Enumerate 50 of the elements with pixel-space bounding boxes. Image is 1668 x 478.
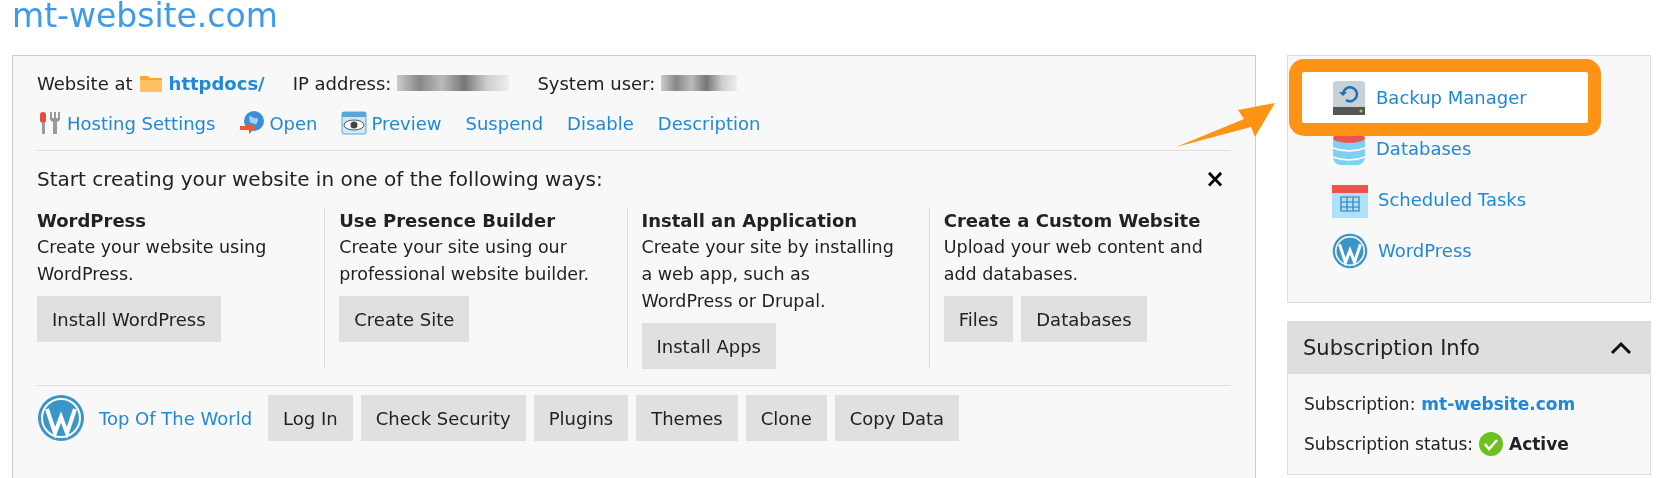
option-description: Create your site by installing a web app, such as WordPress or Drupal. — [641, 236, 895, 313]
wordpress-action-button[interactable]: Copy Data — [834, 395, 960, 441]
wordpress-action-button[interactable]: Clone — [745, 395, 827, 441]
action-link[interactable]: Disable — [567, 112, 634, 134]
info-label: Subscription: — [1304, 394, 1416, 414]
action-button[interactable]: Create Site — [339, 296, 470, 342]
option-title: WordPress — [37, 209, 148, 233]
ip-address-label: IP address: — [292, 72, 392, 94]
folder-icon — [138, 73, 163, 93]
action-link[interactable]: Preview — [371, 112, 442, 134]
action-link[interactable]: Description — [657, 112, 761, 134]
info-label: Subscription status: — [1304, 434, 1473, 454]
check-circle-icon — [1479, 432, 1503, 456]
website-label: Website at — [37, 72, 133, 94]
action-link[interactable]: Open — [269, 112, 318, 134]
close-button[interactable]: × — [1198, 165, 1231, 193]
sidebar-item[interactable]: WordPress — [1302, 225, 1588, 276]
subscription-link[interactable]: mt-website.com — [1421, 394, 1576, 414]
wordpress-action-button[interactable]: Check Security — [360, 395, 526, 441]
globe-icon — [239, 110, 266, 136]
sidebar-item[interactable]: Scheduled Tasks — [1302, 174, 1588, 225]
wordpress-site-link[interactable]: Top Of The World — [99, 407, 253, 429]
wordpress-action-button[interactable]: Themes — [636, 395, 738, 441]
option-description: Create your website using WordPress. — [37, 236, 268, 286]
action-button[interactable]: Databases — [1021, 296, 1147, 342]
collapse-chevron-icon[interactable] — [1610, 341, 1632, 355]
subscription-title: Subscription Info — [1303, 336, 1480, 360]
section-heading: Start creating your website in one of the following ways: — [37, 167, 603, 191]
option-description: Create your site using our professional website builder. — [339, 236, 591, 286]
wordpress-action-button[interactable]: Plugins — [533, 395, 629, 441]
folder-link[interactable]: httpdocs/ — [168, 72, 265, 94]
status-value: Active — [1509, 434, 1569, 454]
backup-drive-icon — [1332, 79, 1366, 116]
wordpress-logo-icon — [1332, 232, 1368, 269]
option-title: Use Presence Builder — [339, 209, 557, 233]
action-link[interactable]: Hosting Settings — [67, 112, 216, 134]
system-user-label: System user: — [537, 72, 656, 94]
site-title: mt-website.com — [12, 0, 279, 37]
option-description: Upload your web content and add databases. — [943, 236, 1204, 286]
eye-icon — [341, 111, 368, 135]
action-button[interactable]: Files — [943, 296, 1014, 342]
sidebar-item[interactable]: Databases — [1302, 123, 1588, 174]
action-button[interactable]: Install Apps — [641, 323, 776, 369]
action-button[interactable]: Install WordPress — [37, 296, 221, 342]
action-link[interactable]: Suspend — [465, 112, 544, 134]
wordpress-action-button[interactable]: Log In — [268, 395, 353, 441]
option-title: Install an Application — [641, 209, 859, 233]
wordpress-logo-icon — [37, 394, 85, 442]
option-title: Create a Custom Website — [943, 209, 1202, 233]
tools-icon — [37, 110, 63, 136]
